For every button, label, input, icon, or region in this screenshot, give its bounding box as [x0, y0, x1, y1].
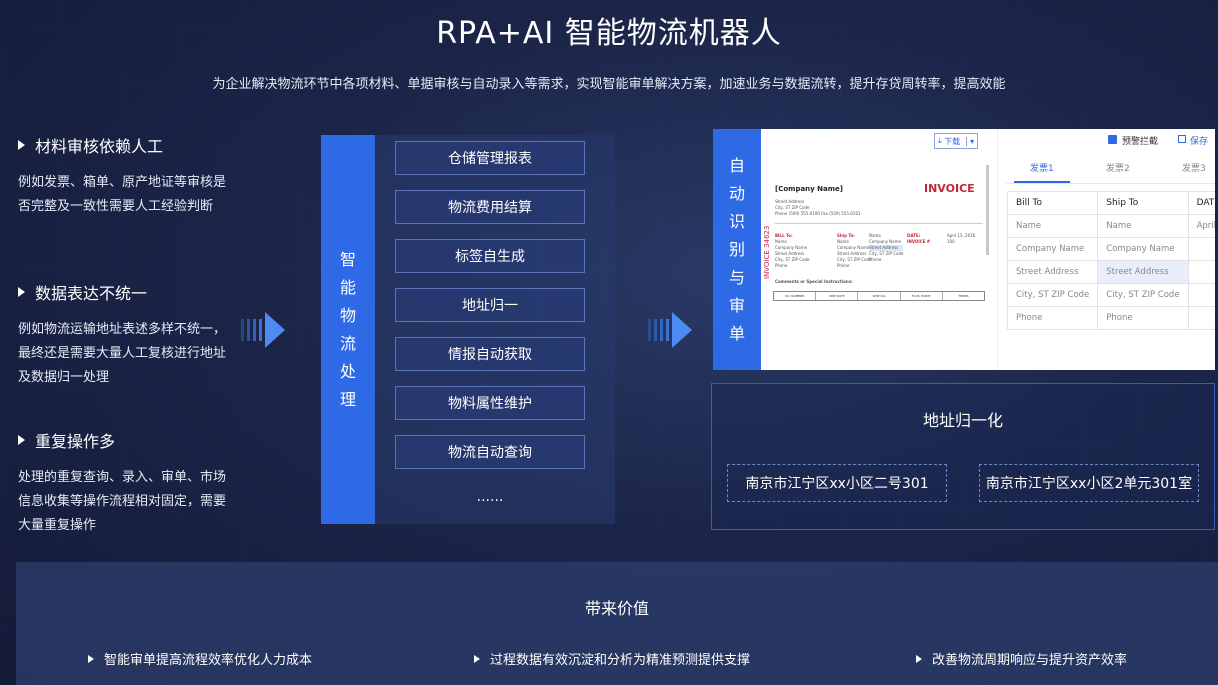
value-title: 带来价值 [584, 599, 649, 618]
processing-item-material-maintain[interactable]: 物料属性维护 [395, 386, 585, 420]
table-row: City, ST ZIP Code City, ST ZIP Code [1006, 283, 1215, 307]
save-icon[interactable] [1178, 135, 1186, 143]
value-item: 过程数据有效沉淀和分析为精准预测提供支撑 [474, 649, 750, 668]
bullet-triangle-icon [88, 654, 94, 663]
processing-item-fee-settlement[interactable]: 物流费用结算 [395, 190, 585, 224]
flow-arrow-icon [241, 312, 285, 348]
table-cell[interactable]: Street Address [1006, 260, 1099, 284]
table-cell[interactable]: Company Name [1006, 237, 1099, 261]
recognition-panel: 自 动 识 别 与 审 单 ⤓ 下载 ▾ INVOICE 34623 [Comp… [713, 129, 1215, 370]
invoice-company: [Company Name] [775, 185, 843, 193]
invoice-table: P.O. NUMBER SHIP DATE SHIP VIA F.O.B. PO… [773, 291, 985, 301]
invoice-address: Street Address City, ST ZIP Code Phone (… [775, 199, 861, 216]
extracted-fields-table: Bill To Ship To DATE Name Name April Com… [1006, 191, 1215, 330]
table-cell[interactable]: Phone [1006, 306, 1099, 330]
table-cell-highlighted[interactable]: Street Address [1097, 260, 1189, 284]
table-cell[interactable] [1187, 306, 1215, 330]
table-cell[interactable] [1187, 283, 1215, 307]
processing-label: 智 能 物 流 处 理 [321, 135, 375, 524]
invoice-preview: ⤓ 下载 ▾ INVOICE 34623 [Company Name] INVO… [761, 129, 997, 370]
download-button[interactable]: ⤓ 下载 ▾ [934, 133, 979, 149]
issue-heading: 重复操作多 [35, 432, 116, 451]
processing-panel: 智 能 物 流 处 理 仓储管理报表 物流费用结算 标签自生成 地址归一 情报自… [321, 135, 615, 524]
warn-label: 预警拦截 [1122, 137, 1159, 147]
bullet-triangle-icon [18, 140, 25, 150]
issue-description: 例如物流运输地址表述多样不统一，最终还是需要大量人工复核进行地址及数据归一处理 [18, 322, 227, 385]
processing-item-intel-fetch[interactable]: 情报自动获取 [395, 337, 585, 371]
download-icon: ⤓ [938, 136, 942, 145]
recognition-label: 自 动 识 别 与 审 单 [713, 129, 761, 370]
issue-heading: 材料审核依赖人工 [35, 137, 164, 156]
table-row: Street Address Street Address [1006, 260, 1215, 284]
table-cell[interactable] [1187, 237, 1215, 261]
invoice-bill-to: BILL To: Name Company Name Street Addres… [775, 233, 810, 268]
address-normalization-panel: 地址归一化 南京市江宁区xx小区二号301 南京市江宁区xx小区2单元301室 [711, 383, 1215, 530]
column-header: Bill To [1006, 191, 1099, 215]
invoice-date-values: April 15, 2016 100 [947, 233, 976, 244]
chevron-down-icon[interactable]: ▾ [966, 136, 974, 146]
processing-item-warehouse-report[interactable]: 仓储管理报表 [395, 141, 585, 175]
processing-item-logistics-query[interactable]: 物流自动查询 [395, 435, 585, 469]
table-cell[interactable]: City, ST ZIP Code [1097, 283, 1189, 307]
issue-description: 例如发票、箱单、原产地证等审核是否完整及一致性需要人工经验判断 [18, 175, 227, 214]
value-item: 改善物流周期响应与提升资产效率 [916, 649, 1127, 668]
table-row: Company Name Company Name [1006, 237, 1215, 261]
page-subtitle: 为企业解决物流环节中各项材料、单据审核与自动录入等需求，实现智能审单解决方案，加… [212, 77, 1006, 92]
table-row: Name Name April [1006, 214, 1215, 238]
issue-block-1: 材料审核依赖人工 例如发票、箱单、原产地证等审核是否完整及一致性需要人工经验判断 [18, 133, 238, 219]
column-header: Ship To [1097, 191, 1189, 215]
address-title: 地址归一化 [922, 411, 1003, 430]
tab-invoice-1[interactable]: 发票1 [1030, 161, 1054, 174]
table-cell[interactable]: Name [1097, 214, 1189, 238]
invoice-ship-to-detail: Name Company Name Street Address City, S… [869, 233, 904, 262]
table-cell[interactable]: Name [1006, 214, 1099, 238]
table-cell[interactable]: April [1187, 214, 1215, 238]
value-section: 带来价值 智能审单提高流程效率优化人力成本 过程数据有效沉淀和分析为精准预测提供… [16, 562, 1218, 685]
bullet-triangle-icon [18, 435, 25, 445]
issue-heading: 数据表达不统一 [35, 284, 148, 303]
processing-item-address-normalize[interactable]: 地址归一 [395, 288, 585, 322]
extraction-form: 预警拦截 保存 发票1 发票2 发票3 Bill To Ship To DATE… [997, 129, 1215, 370]
processing-more: ...... [476, 489, 504, 505]
address-box-b: 南京市江宁区xx小区2单元301室 [979, 464, 1199, 502]
page-title: RPA+AI 智能物流机器人 [436, 16, 782, 51]
table-cell[interactable]: Phone [1097, 306, 1189, 330]
bullet-triangle-icon [474, 654, 480, 663]
address-box-a: 南京市江宁区xx小区二号301 [727, 464, 947, 502]
flow-arrow-icon [648, 312, 692, 348]
invoice-date-block: DATE: INVOICE # [907, 233, 931, 244]
warn-checkbox[interactable] [1108, 135, 1117, 144]
issue-block-2: 数据表达不统一 例如物流运输地址表述多样不统一，最终还是需要大量人工复核进行地址… [18, 280, 238, 390]
table-cell[interactable] [1187, 260, 1215, 284]
table-cell[interactable]: City, ST ZIP Code [1006, 283, 1099, 307]
processing-item-label-generation[interactable]: 标签自生成 [395, 239, 585, 273]
issue-description: 处理的重复查询、录入、审单、市场信息收集等操作流程相对固定，需要大量重复操作 [18, 470, 227, 533]
tabs-divider [1006, 183, 1215, 184]
invoice-word: INVOICE [924, 182, 975, 195]
invoice-divider [775, 223, 983, 224]
column-header: DATE [1187, 191, 1215, 215]
issue-block-3: 重复操作多 处理的重复查询、录入、审单、市场信息收集等操作流程相对固定，需要大量… [18, 428, 238, 538]
scrollbar[interactable] [986, 165, 989, 255]
save-button[interactable]: 保存 [1190, 134, 1208, 147]
value-item: 智能审单提高流程效率优化人力成本 [88, 649, 312, 668]
invoice-comments: Comments or Special Instructions: [775, 279, 853, 284]
bullet-triangle-icon [18, 287, 25, 297]
bullet-triangle-icon [916, 654, 922, 663]
invoice-ship-to: Ship To: Name Company Name Street Addres… [837, 233, 872, 268]
table-cell[interactable]: Company Name [1097, 237, 1189, 261]
invoice-tabs: 发票1 发票2 发票3 [1008, 161, 1215, 183]
table-header-row: Bill To Ship To DATE [1006, 191, 1215, 215]
tab-invoice-2[interactable]: 发票2 [1106, 161, 1130, 174]
tab-invoice-3[interactable]: 发票3 [1182, 161, 1206, 174]
table-row: Phone Phone [1006, 306, 1215, 330]
form-toolbar: 预警拦截 保存 [998, 133, 1215, 149]
